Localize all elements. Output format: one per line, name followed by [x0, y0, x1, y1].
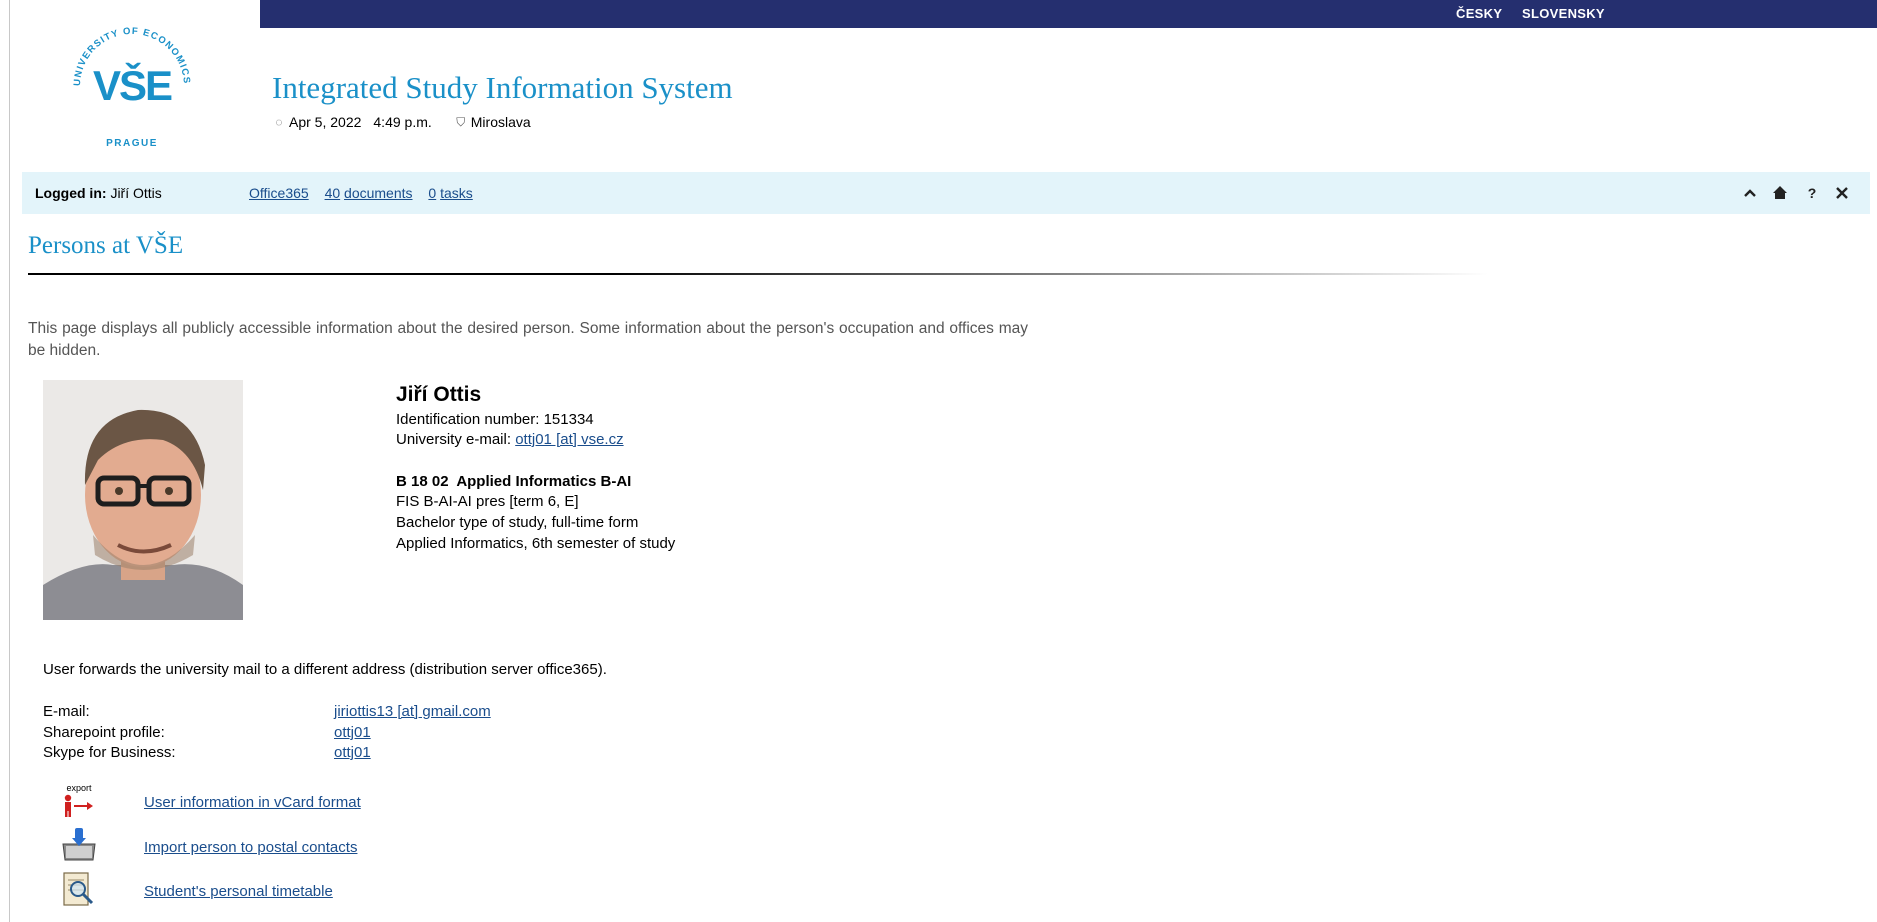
clock-icon: ◌ — [275, 115, 283, 129]
mail-forwarding-note: User forwards the university mail to a d… — [43, 661, 607, 678]
help-icon[interactable]: ? — [1802, 181, 1822, 205]
sharepoint-label: Sharepoint profile: — [43, 724, 165, 741]
university-email-link[interactable]: ottj01 [at] vse.cz — [515, 431, 623, 448]
bar-icon-group: ? — [1740, 181, 1870, 205]
export-icon-text: export — [66, 783, 92, 793]
language-slovak-link[interactable]: SLOVENSKY — [1522, 6, 1605, 21]
quick-links: Office365 40 documents 0 tasks — [249, 185, 473, 201]
tasks-link[interactable]: tasks — [440, 185, 473, 201]
export-icon[interactable]: export — [60, 782, 98, 820]
personal-email-link[interactable]: jiriottis13 [at] gmail.com — [334, 703, 491, 720]
university-email: University e-mail: ottj01 [at] vse.cz — [396, 431, 624, 448]
language-czech-link[interactable]: ČESKY — [1456, 6, 1502, 21]
email-label: University e-mail: — [396, 431, 512, 448]
system-title: Integrated Study Information System — [272, 70, 733, 105]
id-label: Identification number: — [396, 411, 540, 428]
logged-in-user: Jiří Ottis — [110, 185, 162, 201]
logged-in-label: Logged in: — [35, 185, 107, 201]
id-value: 151334 — [543, 411, 594, 428]
logo-prague-text: PRAGUE — [106, 138, 158, 149]
logo-mark: VŠE — [93, 61, 172, 109]
skype-label: Skype for Business: — [43, 744, 176, 761]
person-photo — [43, 380, 243, 620]
logged-in-info: Logged in: Jiří Ottis — [35, 185, 162, 201]
identification-number: Identification number: 151334 — [396, 411, 594, 428]
personal-timetable-link[interactable]: Student's personal timetable — [144, 883, 333, 900]
left-border — [9, 0, 10, 922]
name-day-icon: ⛉ — [456, 114, 466, 129]
vse-logo[interactable]: UNIVERSITY OF ECONOMICS AND BUSINESS PRA… — [62, 12, 202, 152]
chevron-up-icon[interactable] — [1740, 181, 1760, 205]
tasks-count-link[interactable]: 0 — [428, 185, 436, 201]
intro-text: This page displays all publicly accessib… — [28, 320, 1028, 359]
study-line-2: Bachelor type of study, full-time form — [396, 514, 639, 531]
study-program: B 18 02 Applied Informatics B-AI — [396, 473, 632, 490]
login-bar: Logged in: Jiří Ottis Office365 40 docum… — [22, 172, 1870, 214]
import-contacts-icon[interactable] — [60, 826, 98, 864]
vcard-export-link[interactable]: User information in vCard format — [144, 794, 361, 811]
person-name: Jiří Ottis — [396, 383, 482, 406]
title-divider — [28, 273, 1488, 275]
home-icon[interactable] — [1770, 181, 1790, 205]
date-time-info: ◌ Apr 5, 2022 4:49 p.m. ⛉ Miroslava — [272, 114, 531, 130]
close-icon[interactable] — [1832, 181, 1852, 205]
top-bar — [260, 0, 1877, 28]
sharepoint-profile-link[interactable]: ottj01 — [334, 724, 371, 741]
page-title: Persons at VŠE — [28, 232, 184, 259]
current-time: 4:49 p.m. — [373, 114, 432, 130]
import-contact-link[interactable]: Import person to postal contacts — [144, 839, 357, 856]
study-line-3: Applied Informatics, 6th semester of stu… — [396, 535, 676, 552]
timetable-icon[interactable] — [60, 870, 98, 908]
documents-link[interactable]: documents — [344, 185, 412, 201]
office365-link[interactable]: Office365 — [249, 185, 309, 201]
study-line-1: FIS B-AI-AI pres [term 6, E] — [396, 493, 579, 510]
skype-link[interactable]: ottj01 — [334, 744, 371, 761]
documents-count-link[interactable]: 40 — [325, 185, 341, 201]
current-date: Apr 5, 2022 — [289, 114, 362, 130]
email-label: E-mail: — [43, 703, 90, 720]
name-day: Miroslava — [470, 114, 531, 130]
